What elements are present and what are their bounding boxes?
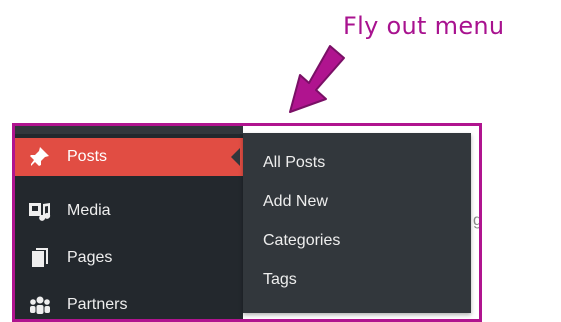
- annotation-arrow-icon: [289, 45, 345, 113]
- sidebar-item-media[interactable]: Media: [15, 192, 243, 230]
- submenu-item-all-posts[interactable]: All Posts: [263, 154, 325, 172]
- submenu-item-add-new[interactable]: Add New: [263, 193, 328, 211]
- pages-icon: [27, 247, 53, 269]
- pushpin-icon: [27, 146, 53, 168]
- admin-sidebar: Posts Media Pages Partners: [15, 126, 243, 319]
- sidebar-item-label: Partners: [67, 296, 128, 313]
- sidebar-item-label: Posts: [67, 148, 108, 165]
- annotation-title: Fly out menu: [343, 12, 505, 40]
- flyout-pointer: [231, 148, 240, 166]
- sidebar-item-label: Pages: [67, 249, 113, 266]
- screenshot-frame: g Posts Media Pages Partners All Posts A…: [12, 123, 482, 322]
- background-text-fragment: g: [473, 212, 482, 229]
- groups-icon: [27, 295, 53, 315]
- submenu-item-categories[interactable]: Categories: [263, 232, 340, 250]
- media-icon: [27, 201, 53, 221]
- submenu-item-tags[interactable]: Tags: [263, 271, 297, 289]
- sidebar-item-partners[interactable]: Partners: [15, 286, 243, 319]
- sidebar-top-strip: [15, 126, 243, 134]
- sidebar-item-label: Media: [67, 202, 111, 219]
- sidebar-item-pages[interactable]: Pages: [15, 239, 243, 277]
- sidebar-item-posts[interactable]: Posts: [15, 138, 243, 176]
- flyout-submenu: All Posts Add New Categories Tags: [243, 133, 471, 313]
